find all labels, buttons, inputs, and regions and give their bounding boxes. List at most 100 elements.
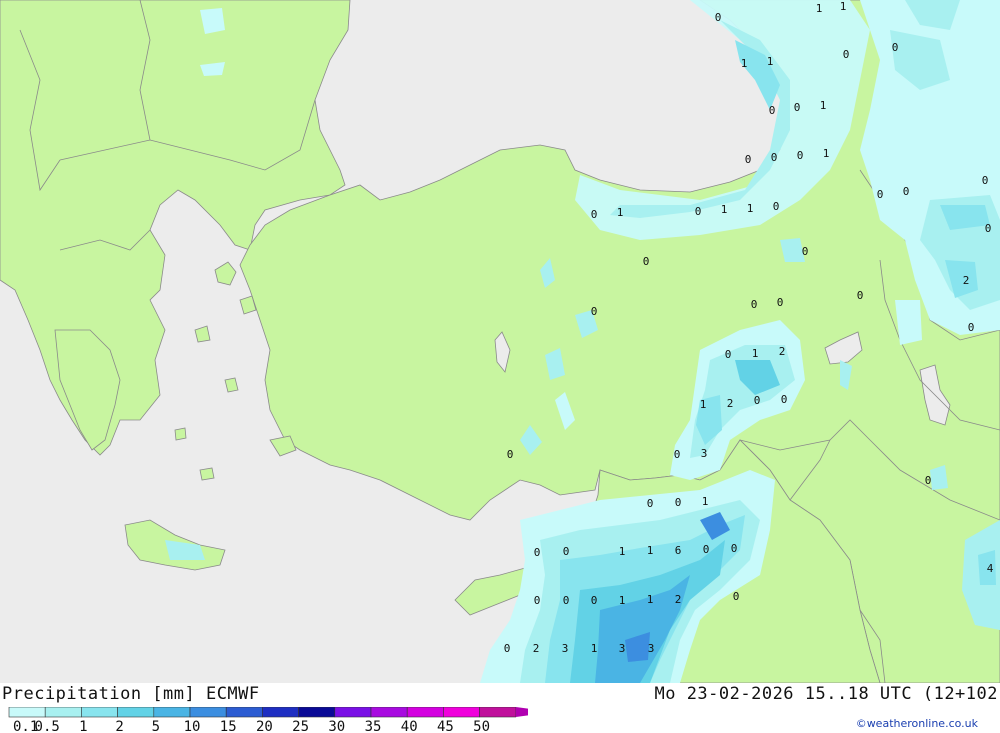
- precip-value-label: 0: [733, 590, 740, 603]
- precip-value-label: 2: [727, 397, 734, 410]
- precip-value-label: 1: [619, 594, 626, 607]
- precip-value-label: 2: [533, 642, 540, 655]
- legend-tick-label: 5: [152, 719, 160, 733]
- precip-value-label: 0: [731, 542, 738, 555]
- legend-swatch: [298, 707, 336, 718]
- precip-value-label: 1: [767, 55, 774, 68]
- precip-value-label: 1: [747, 202, 754, 215]
- precip-value-label: 0: [751, 298, 758, 311]
- legend-tick-label: 45: [437, 719, 454, 733]
- legend-tick-label: 50: [473, 719, 490, 733]
- precip-value-label: 1: [741, 57, 748, 70]
- precip-value-label: 0: [794, 101, 801, 114]
- legend-swatch: [334, 707, 372, 718]
- precip-value-label: 0: [715, 11, 722, 24]
- precip-value-label: 6: [675, 544, 682, 557]
- precip-value-label: 0: [877, 188, 884, 201]
- precip-value-label: 0: [591, 594, 598, 607]
- legend-swatch: [44, 707, 82, 718]
- precip-value-label: 3: [701, 447, 708, 460]
- legend-arrow: [515, 707, 528, 717]
- legend-tick-label: 35: [365, 719, 382, 733]
- legend-tick-labels: 0.10.5 1 2 5 10 15 20 25 30 35 40 45 50: [13, 719, 490, 733]
- precip-value-label: 0: [797, 149, 804, 162]
- precip-value-label: 0: [773, 200, 780, 213]
- legend-tick-label: 20: [256, 719, 273, 733]
- precip-value-label: 4: [987, 562, 994, 575]
- precip-value-label: 0: [563, 594, 570, 607]
- legend-tick-label: 40: [401, 719, 418, 733]
- precip-value-label: 1: [752, 347, 759, 360]
- precip-value-label: 1: [619, 545, 626, 558]
- credit-link[interactable]: ©weatheronline.co.uk: [856, 717, 978, 730]
- precip-value-label: 0: [982, 174, 989, 187]
- legend-swatch: [406, 707, 444, 718]
- legend-swatches: [8, 707, 528, 718]
- precip-value-label: 0: [534, 594, 541, 607]
- precip-value-label: 0: [591, 305, 598, 318]
- precip-value-label: 0: [903, 185, 910, 198]
- precip-value-label: 0: [857, 289, 864, 302]
- precip-value-label: 3: [562, 642, 569, 655]
- precip-value-label: 0: [674, 448, 681, 461]
- legend-swatch: [153, 707, 191, 718]
- legend-swatch: [370, 707, 408, 718]
- legend-swatch: [189, 707, 227, 718]
- precip-value-label: 2: [675, 593, 682, 606]
- precip-value-label: 0: [591, 208, 598, 221]
- map-title: Precipitation [mm] ECMWF: [2, 684, 260, 704]
- precip-value-label: 2: [779, 345, 786, 358]
- precip-value-label: 0: [725, 348, 732, 361]
- precip-value-label: 0: [754, 394, 761, 407]
- legend-swatch: [443, 707, 480, 718]
- valid-time: Mo 23-02-2026 15..18 UTC (12+102: [654, 684, 998, 704]
- precipitation-map: 0 1 1 0 0 1 1 0 0 1 0 0 0 1 0 0 0 0 1 0 1 1 0 0 0 0 2 0 0 0 0 0 0 1 2 1 2 0 0 0…: [0, 0, 1000, 683]
- legend-tick-label: 15: [220, 719, 237, 733]
- precip-value-label: 1: [820, 99, 827, 112]
- precip-value-label: 3: [619, 642, 626, 655]
- precip-value-label: 0: [745, 153, 752, 166]
- legend-tick-label: 1: [79, 719, 87, 733]
- precip-value-label: 1: [617, 206, 624, 219]
- precip-value-label: 0: [643, 255, 650, 268]
- precip-value-label: 1: [816, 2, 823, 15]
- precip-value-label: 0: [771, 151, 778, 164]
- precip-value-label: 1: [647, 544, 654, 557]
- legend-swatch: [479, 707, 517, 718]
- precip-value-label: 1: [823, 147, 830, 160]
- legend-tick-label: 0.5: [35, 719, 60, 733]
- legend-swatch: [81, 707, 118, 718]
- precip-value-label: 1: [702, 495, 709, 508]
- precip-value-label: 1: [840, 0, 847, 13]
- precip-value-label: 0: [703, 543, 710, 556]
- precip-value-label: 0: [507, 448, 514, 461]
- precip-value-label: 0: [968, 321, 975, 334]
- precip-value-label: 3: [648, 642, 655, 655]
- legend-swatch: [225, 707, 263, 718]
- precip-value-label: 0: [925, 474, 932, 487]
- precip-value-label: 0: [647, 497, 654, 510]
- legend-tick-label: 25: [292, 719, 309, 733]
- precip-value-label: 1: [721, 203, 728, 216]
- precip-value-label: 0: [985, 222, 992, 235]
- legend-tick-label: 2: [115, 719, 123, 733]
- precip-value-label: 0: [843, 48, 850, 61]
- aegean-island: [174, 427, 187, 441]
- precip-value-label: 1: [591, 642, 598, 655]
- precip-value-label: 0: [769, 104, 776, 117]
- precip-value-label: 0: [504, 642, 511, 655]
- precip-value-label: 0: [892, 41, 899, 54]
- precip-value-label: 0: [675, 496, 682, 509]
- precip-value-label: 0: [802, 245, 809, 258]
- precip-value-label: 0: [563, 545, 570, 558]
- precip-value-label: 0: [695, 205, 702, 218]
- color-legend: 0.10.5 1 2 5 10 15 20 25 30 35 40 45 50: [8, 707, 528, 733]
- aegean-island: [199, 467, 215, 481]
- precip-value-label: 0: [781, 393, 788, 406]
- precip-value-label: 1: [647, 593, 654, 606]
- legend-swatch: [8, 707, 46, 718]
- precip-value-label: 0: [777, 296, 784, 309]
- precip-value-label: 0: [534, 546, 541, 559]
- precip-value-label: 1: [700, 398, 707, 411]
- precip-value-label: 2: [963, 274, 970, 287]
